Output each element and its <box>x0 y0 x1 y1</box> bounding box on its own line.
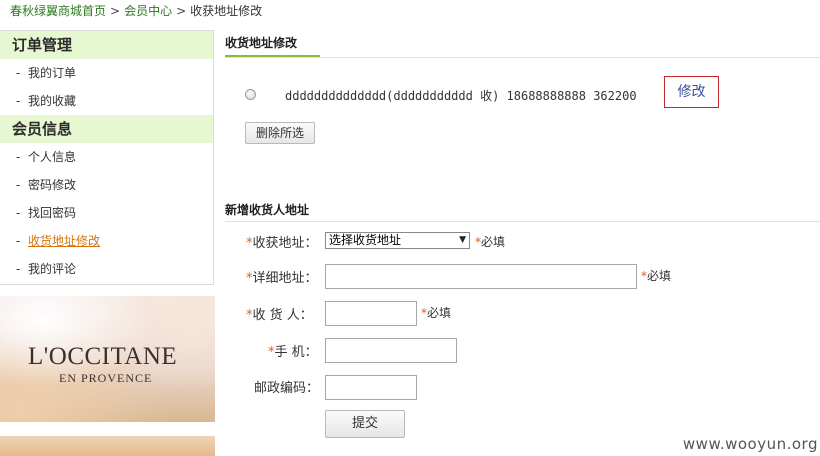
phone-input[interactable] <box>325 338 457 363</box>
delete-selected-button[interactable]: 删除所选 <box>245 122 315 144</box>
submit-button[interactable]: 提交 <box>325 410 405 438</box>
sidebar-item-label: 我的订单 <box>28 66 77 80</box>
edit-address-button[interactable]: 修改 <box>664 76 719 108</box>
sidebar-item-label: 我的收藏 <box>28 94 77 108</box>
breadcrumb-member-center-link[interactable]: 会员中心 <box>124 4 172 18</box>
breadcrumb-separator: > <box>176 4 187 18</box>
breadcrumb-home-link[interactable]: 春秋绿翼商城首页 <box>10 4 106 18</box>
address-radio[interactable] <box>245 89 256 100</box>
required-hint: *必填 <box>641 267 671 284</box>
detail-address-label: *详细地址： <box>246 267 318 286</box>
required-hint: *必填 <box>475 233 505 250</box>
sidebar-item-personal-info[interactable]: - 个人信息 <box>0 143 213 171</box>
new-address-title: 新增收货人地址 <box>225 203 310 217</box>
phone-label-text: 手 机： <box>274 345 318 360</box>
sidebar-item-my-reviews[interactable]: - 我的评论 <box>0 255 213 283</box>
zip-label: 邮政编码： <box>254 377 319 396</box>
bullet-dash: - <box>16 178 21 192</box>
zip-input[interactable] <box>325 375 417 400</box>
receiver-label: *收 货 人： <box>246 304 313 323</box>
sidebar-item-recover-password[interactable]: - 找回密码 <box>0 199 213 227</box>
sidebar-item-change-password[interactable]: - 密码修改 <box>0 171 213 199</box>
bullet-dash: - <box>16 234 21 248</box>
bullet-dash: - <box>16 262 21 276</box>
breadcrumb: 春秋绿翼商城首页 > 会员中心 > 收获地址修改 <box>10 2 262 20</box>
bullet-dash: - <box>16 66 21 80</box>
sidebar-item-my-orders[interactable]: - 我的订单 <box>0 59 213 87</box>
sidebar-item-label: 我的评论 <box>28 262 77 276</box>
breadcrumb-current: 收获地址修改 <box>190 4 263 18</box>
required-hint-text: 必填 <box>427 306 452 320</box>
required-hint: *必填 <box>421 304 451 321</box>
bullet-dash: - <box>16 94 21 108</box>
sidebar: 订单管理 - 我的订单 - 我的收藏 会员信息 - 个人信息 - 密码修改 - 找回密码 … <box>0 30 214 285</box>
ad-banner-loccitane[interactable]: L'OCCITANE EN PROVENCE <box>0 296 215 422</box>
region-select[interactable]: 选择收货地址 ▼ <box>325 232 470 249</box>
bullet-dash: - <box>16 206 21 220</box>
region-label-text: 收获地址： <box>252 236 318 251</box>
divider <box>225 221 820 222</box>
sidebar-item-address-edit[interactable]: - 收货地址修改 <box>0 227 213 255</box>
sidebar-heading-member-info: 会员信息 <box>0 115 213 143</box>
zip-label-text: 邮政编码： <box>254 381 320 396</box>
region-select-value: 选择收货地址 <box>329 233 402 247</box>
region-label: *收获地址： <box>246 232 318 251</box>
address-list-title: 收货地址修改 <box>225 36 298 50</box>
chevron-down-icon: ▼ <box>459 235 466 245</box>
phone-label: *手 机： <box>268 341 318 360</box>
sidebar-item-label: 密码修改 <box>28 178 77 192</box>
divider <box>225 57 820 58</box>
required-hint-text: 必填 <box>647 269 672 283</box>
receiver-label-text: 收 货 人： <box>252 308 313 323</box>
sidebar-item-label: 找回密码 <box>28 206 77 220</box>
banner-brand-subtitle: EN PROVENCE <box>59 371 153 385</box>
detail-address-input[interactable] <box>325 264 637 289</box>
address-entry-text: dddddddddddddd(ddddddddddd 收) 1868888888… <box>285 89 637 103</box>
sidebar-heading-orders: 订单管理 <box>0 31 213 59</box>
required-hint-text: 必填 <box>481 235 506 249</box>
bullet-dash: - <box>16 150 21 164</box>
banner-brand-logo: L'OCCITANE <box>28 343 178 370</box>
breadcrumb-separator: > <box>110 4 121 18</box>
sidebar-item-label: 收货地址修改 <box>28 234 101 248</box>
watermark: www.wooyun.org <box>682 435 818 453</box>
detail-address-label-text: 详细地址： <box>252 271 318 286</box>
sidebar-item-label: 个人信息 <box>28 150 77 164</box>
sidebar-item-my-favorites[interactable]: - 我的收藏 <box>0 87 213 115</box>
receiver-input[interactable] <box>325 301 417 326</box>
ad-banner-secondary[interactable] <box>0 436 215 456</box>
